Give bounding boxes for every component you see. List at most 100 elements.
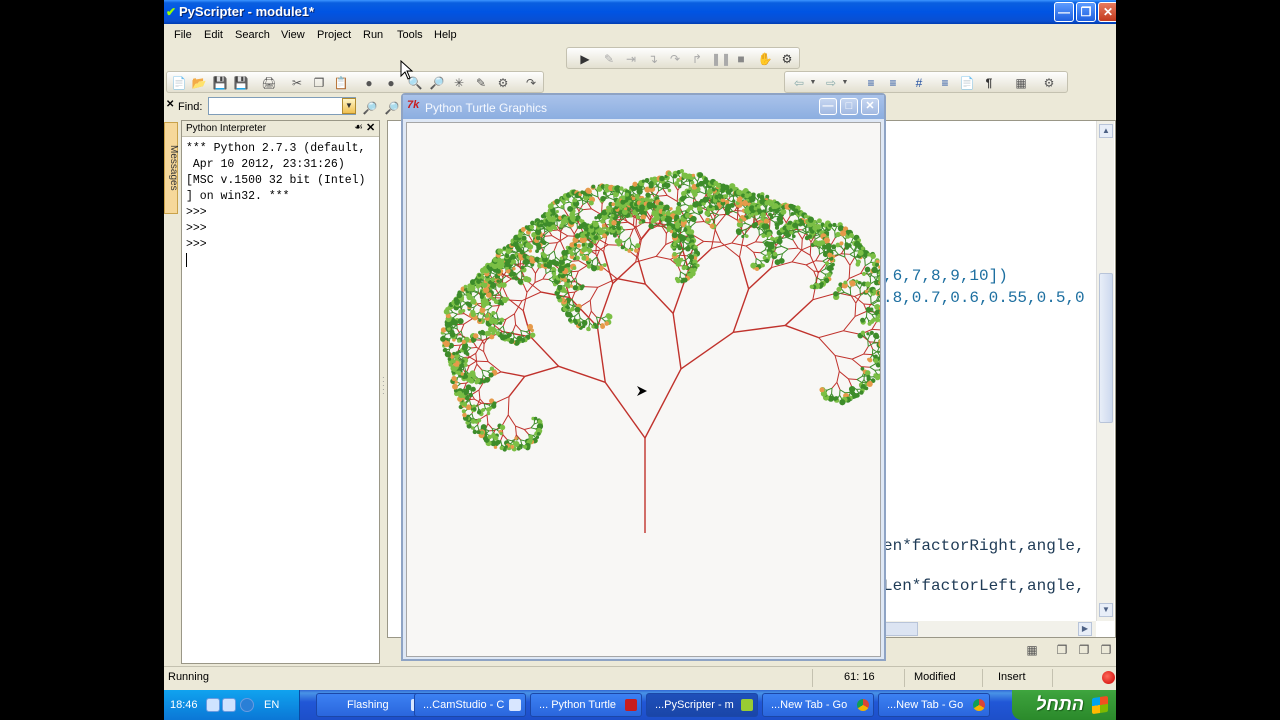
maximize-button[interactable]: □ bbox=[840, 98, 858, 115]
paste-icon[interactable]: 📋 bbox=[333, 75, 349, 91]
panel-splitter[interactable]: · · · · · bbox=[382, 374, 385, 402]
tree-branch bbox=[592, 194, 599, 198]
cut-icon[interactable]: ✂ bbox=[289, 75, 305, 91]
tree-leaf bbox=[572, 318, 578, 324]
turtle-title-bar[interactable]: 7k Python Turtle Graphics — □ ✕ bbox=[403, 95, 884, 119]
tree-branch bbox=[836, 382, 841, 390]
comment-icon[interactable]: # bbox=[911, 75, 927, 91]
window-icon[interactable]: ❐ bbox=[1054, 642, 1070, 658]
close-button[interactable]: ✕ bbox=[861, 98, 879, 115]
layout-icon[interactable]: ▦ bbox=[1024, 642, 1040, 658]
tree-branch bbox=[732, 288, 750, 333]
taskbar-button-new-tab[interactable]: ...New Tab - Go bbox=[762, 693, 874, 717]
minimize-button[interactable]: — bbox=[819, 98, 837, 115]
scroll-up-icon[interactable]: ▲ bbox=[1099, 124, 1113, 138]
menu-search[interactable]: Search bbox=[235, 29, 270, 41]
step-into-icon[interactable]: ↴ bbox=[645, 51, 661, 67]
print-icon[interactable]: 🖨 bbox=[261, 75, 277, 91]
clock[interactable]: 18:46 bbox=[170, 699, 198, 711]
hand-icon[interactable]: ✋ bbox=[757, 51, 773, 67]
chevron-down-icon[interactable]: ▼ bbox=[837, 75, 853, 91]
menu-edit[interactable]: Edit bbox=[204, 29, 223, 41]
turtle-canvas[interactable] bbox=[406, 122, 881, 657]
document-icon[interactable]: 📄 bbox=[959, 75, 975, 91]
network-icon[interactable] bbox=[206, 698, 220, 712]
abort-icon[interactable]: ⚙ bbox=[779, 51, 795, 67]
horizontal-scrollbar[interactable]: ▶ bbox=[878, 621, 1096, 637]
menu-help[interactable]: Help bbox=[434, 29, 457, 41]
tree-branch bbox=[578, 312, 581, 319]
taskbar-button-camstudio[interactable]: ...CamStudio - C bbox=[414, 693, 526, 717]
menu-view[interactable]: View bbox=[281, 29, 305, 41]
app-tray-icon[interactable] bbox=[240, 698, 254, 712]
taskbar-button-new-tab[interactable]: ...New Tab - Go bbox=[878, 693, 990, 717]
tree-branch bbox=[595, 244, 597, 255]
open-folder-icon[interactable]: 📂 bbox=[191, 75, 207, 91]
tk-icon: 7k bbox=[407, 99, 420, 111]
replace-icon[interactable]: 🔎 bbox=[429, 75, 445, 91]
title-bar[interactable]: ✔ PyScripter - module1* — ❐ ✕ bbox=[164, 0, 1116, 24]
tree-branch bbox=[879, 308, 880, 309]
find-previous-icon[interactable]: 🔎 bbox=[384, 100, 400, 116]
taskbar-button-python-turtle[interactable]: ... Python Turtle bbox=[530, 693, 642, 717]
settings-icon[interactable]: ⚙ bbox=[1041, 75, 1057, 91]
undo-icon[interactable]: ● bbox=[361, 75, 377, 91]
menu-run[interactable]: Run bbox=[363, 29, 383, 41]
tree-branch bbox=[475, 353, 478, 365]
menu-file[interactable]: File bbox=[174, 29, 192, 41]
find-in-files-icon[interactable]: ✳ bbox=[451, 75, 467, 91]
taskbar-button-flashing[interactable]: Flashing bbox=[316, 693, 428, 717]
messages-side-tab[interactable]: Messages bbox=[164, 122, 179, 214]
redo-icon[interactable]: ● bbox=[383, 75, 399, 91]
volume-icon[interactable] bbox=[222, 698, 236, 712]
debug-icon[interactable]: ✎ bbox=[601, 51, 617, 67]
pause-icon[interactable]: ❚❚ bbox=[711, 51, 731, 67]
restore-button[interactable]: ❐ bbox=[1076, 2, 1096, 22]
close-button[interactable]: ✕ bbox=[1098, 2, 1116, 22]
step-out-icon[interactable]: ↱ bbox=[689, 51, 705, 67]
menu-project[interactable]: Project bbox=[317, 29, 351, 41]
tree-branch bbox=[658, 194, 668, 197]
window-icon[interactable]: ❐ bbox=[1076, 642, 1092, 658]
chevron-down-icon[interactable]: ▼ bbox=[805, 75, 821, 91]
scroll-down-icon[interactable]: ▼ bbox=[1099, 603, 1113, 617]
step-over-icon[interactable]: ↷ bbox=[667, 51, 683, 67]
scroll-thumb[interactable] bbox=[1099, 273, 1113, 423]
chevron-down-icon[interactable]: ▼ bbox=[342, 98, 356, 114]
menu-tools[interactable]: Tools bbox=[397, 29, 423, 41]
line-numbers-icon[interactable]: ≡ bbox=[937, 75, 953, 91]
window-icon[interactable]: ❐ bbox=[1098, 642, 1114, 658]
language-indicator[interactable]: EN bbox=[264, 699, 279, 711]
tree-leaf bbox=[472, 429, 478, 435]
copy-icon[interactable]: ❐ bbox=[311, 75, 327, 91]
stop-icon[interactable]: ■ bbox=[733, 51, 749, 67]
layout-icon[interactable]: ▦ bbox=[1013, 75, 1029, 91]
start-button[interactable]: התחל bbox=[1012, 690, 1116, 720]
close-find-icon[interactable]: ✕ bbox=[166, 99, 174, 110]
tree-branch bbox=[867, 335, 870, 341]
tools-icon[interactable]: ⚙ bbox=[495, 75, 511, 91]
save-all-icon[interactable]: 💾 bbox=[233, 75, 249, 91]
brush-icon[interactable]: ✎ bbox=[473, 75, 489, 91]
tree-leaf bbox=[649, 198, 654, 203]
goto-icon[interactable]: ↷ bbox=[523, 75, 539, 91]
tree-leaf bbox=[497, 248, 503, 255]
scroll-right-icon[interactable]: ▶ bbox=[1078, 622, 1092, 636]
run-icon[interactable]: ▶ bbox=[577, 51, 593, 67]
close-icon[interactable]: ✕ bbox=[366, 121, 375, 134]
vertical-scrollbar[interactable]: ▲ ▼ bbox=[1096, 121, 1114, 621]
tree-leaf bbox=[510, 445, 515, 449]
run-to-cursor-icon[interactable]: ⇥ bbox=[623, 51, 639, 67]
pin-icon[interactable]: ☙ bbox=[354, 122, 363, 133]
find-input[interactable] bbox=[208, 97, 356, 115]
indent-icon[interactable]: ≡ bbox=[863, 75, 879, 91]
find-next-icon[interactable]: 🔎 bbox=[362, 100, 378, 116]
minimize-button[interactable]: — bbox=[1054, 2, 1074, 22]
tree-branch bbox=[450, 309, 454, 313]
dedent-icon[interactable]: ≡ bbox=[885, 75, 901, 91]
taskbar-button-pyscripter[interactable]: ...PyScripter - m bbox=[646, 693, 758, 717]
save-icon[interactable]: 💾 bbox=[212, 75, 228, 91]
pilcrow-icon[interactable]: ¶ bbox=[981, 75, 997, 91]
interpreter-console[interactable]: *** Python 2.7.3 (default, Apr 10 2012, … bbox=[186, 141, 365, 269]
new-file-icon[interactable]: 📄 bbox=[171, 75, 187, 91]
